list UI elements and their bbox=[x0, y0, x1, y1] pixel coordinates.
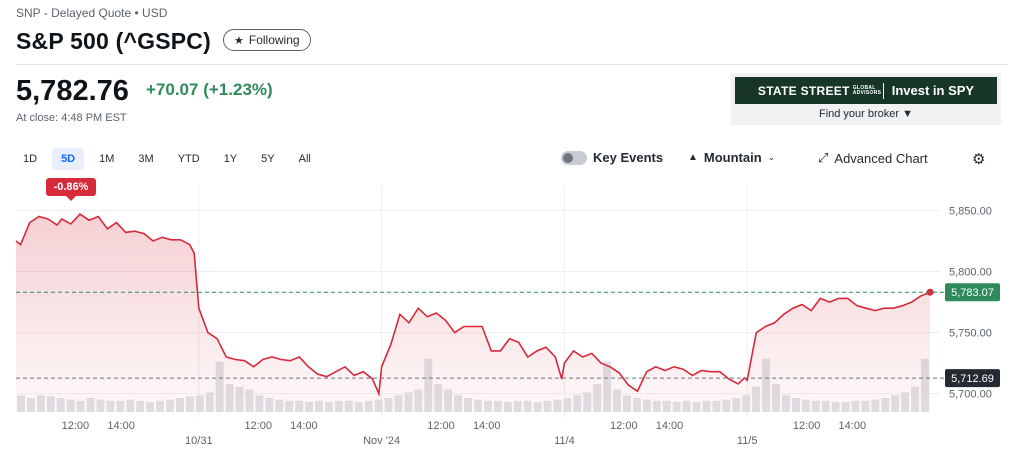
current-price-label: 5,783.07 bbox=[951, 287, 994, 299]
x-tick-label: 14:00 bbox=[656, 420, 684, 432]
y-tick-label: 5,800.00 bbox=[949, 267, 992, 279]
x-tick-label: 14:00 bbox=[107, 420, 135, 432]
x-tick-label: 12:00 bbox=[793, 420, 821, 432]
x-tick-label: 11/4 bbox=[554, 435, 575, 447]
x-tick-label: 12:00 bbox=[427, 420, 455, 432]
x-tick-label: 12:00 bbox=[244, 420, 272, 432]
y-tick-label: 5,750.00 bbox=[949, 328, 992, 340]
prev-close-label: 5,712.69 bbox=[951, 373, 994, 385]
x-tick-label: 12:00 bbox=[62, 420, 90, 432]
price-chart[interactable]: 5,783.07 5,712.69 5,850.00 5,800.00 5,750.0… bbox=[0, 0, 1024, 462]
x-tick-label: 14:00 bbox=[290, 420, 318, 432]
x-tick-label: 14:00 bbox=[839, 420, 867, 432]
price-area bbox=[16, 214, 930, 412]
x-tick-label: 14:00 bbox=[473, 420, 501, 432]
y-tick-label: 5,700.00 bbox=[949, 389, 992, 401]
x-tick-label: 12:00 bbox=[610, 420, 638, 432]
x-tick-label: Nov '24 bbox=[363, 435, 400, 447]
x-tick-label: 11/5 bbox=[737, 435, 758, 447]
y-tick-label: 5,850.00 bbox=[949, 205, 992, 217]
x-tick-label: 10/31 bbox=[185, 435, 213, 447]
